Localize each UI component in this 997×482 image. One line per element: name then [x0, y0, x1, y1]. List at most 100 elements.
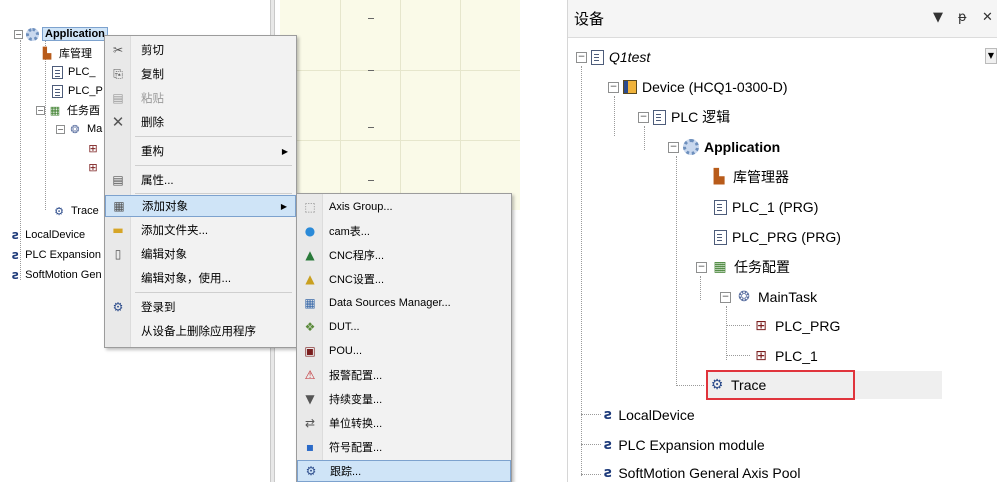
tree-item-label: PLC_ — [68, 66, 96, 78]
tree-item-task-call[interactable]: ⊞ — [86, 139, 103, 157]
tree-item-library-manager[interactable]: ▙ 库管理 — [40, 44, 94, 62]
tree-item-task-config[interactable]: − ▦ 任务配置 — [696, 253, 790, 281]
submenu-item-unit-conversion[interactable]: ⇄ 单位转换... — [297, 412, 511, 434]
axis-device-icon: ƨ — [12, 228, 20, 242]
tree-item-plc-prg[interactable]: PLC_PRG (PRG) — [714, 223, 841, 251]
submenu-item-label: Data Sources Manager... — [329, 297, 451, 309]
menu-item-label: 添加文件夹... — [141, 225, 209, 237]
tree-item-local-device[interactable]: ƨ LocalDevice — [12, 226, 87, 244]
plc-logic-icon — [653, 109, 666, 125]
cam-table-icon: ● — [304, 224, 316, 238]
menu-item-paste[interactable]: ▤ 粘贴 — [105, 87, 296, 109]
tree-item-plc-1[interactable]: PLC_1 (PRG) — [714, 193, 818, 221]
menu-item-label: 添加对象 — [142, 201, 188, 213]
submenu-item-cnc-settings[interactable]: ▲ CNC设置... — [297, 268, 511, 290]
collapse-icon[interactable]: − — [608, 81, 619, 93]
tree-item-application[interactable]: − Application — [14, 25, 108, 43]
scroll-dropdown-icon[interactable]: ▼ — [985, 48, 997, 64]
tree-item-label: 任务配置 — [734, 259, 790, 275]
tree-item-plc-1[interactable]: PLC_ — [52, 63, 98, 81]
tree-item-label: Application — [42, 27, 108, 41]
submenu-item-data-sources[interactable]: ▦ Data Sources Manager... — [297, 292, 511, 314]
tree-item-local-device[interactable]: ƨ LocalDevice — [604, 401, 695, 429]
submenu-item-cnc-program[interactable]: ▲ CNC程序... — [297, 244, 511, 266]
tree-item-maintask[interactable]: − ❂ Ma — [56, 120, 104, 138]
tree-item-task-config[interactable]: − ▦ 任务酉 — [36, 101, 102, 119]
dut-icon: ❖ — [304, 320, 316, 334]
panel-title: 设备 — [574, 11, 605, 28]
menu-item-cut[interactable]: ✂ 剪切 — [105, 39, 296, 61]
tree-item-label: PLC Expansion — [25, 249, 101, 261]
submenu-item-symbol-config[interactable]: ▪ 符号配置... — [297, 436, 511, 458]
trace-chart-area — [280, 0, 520, 210]
tree-item-task-call[interactable]: ⊞ — [86, 158, 103, 176]
submenu-item-label: Axis Group... — [329, 201, 393, 213]
cnc-settings-icon: ▲ — [305, 272, 315, 286]
paste-icon: ▤ — [112, 91, 124, 105]
application-gear-icon — [683, 139, 699, 155]
tree-item-plc-prg[interactable]: PLC_P — [52, 82, 105, 100]
menu-item-edit-object-with[interactable]: 编辑对象，使用... — [105, 267, 296, 289]
axis-device-icon: ƨ — [604, 465, 613, 481]
tree-item-device[interactable]: − Device (HCQ1-0300-D) — [608, 73, 787, 101]
submenu-item-axis-group[interactable]: ⬚ Axis Group... — [297, 196, 511, 218]
tree-item-task-plc-1[interactable]: ⊞ PLC_1 — [752, 342, 818, 370]
collapse-icon[interactable]: − — [668, 141, 679, 153]
tree-item-task-plc-prg[interactable]: ⊞ PLC_PRG — [752, 312, 840, 340]
submenu-item-cam[interactable]: ● cam表... — [297, 220, 511, 242]
context-menu: ✂ 剪切 ⎘ 复制 ▤ 粘贴 ✕ 删除 重构 ▶ ▤ 属性... ▦ 添加对象 — [104, 35, 297, 348]
collapse-icon[interactable]: − — [638, 111, 649, 123]
menu-item-login[interactable]: ⚙ 登录到 — [105, 296, 296, 318]
menu-item-edit-object[interactable]: ▯ 编辑对象 — [105, 243, 296, 265]
menu-item-properties[interactable]: ▤ 属性... — [105, 169, 296, 191]
axis-tick — [368, 180, 374, 181]
menu-item-refactor[interactable]: 重构 ▶ — [105, 140, 296, 162]
copy-icon: ⎘ — [113, 66, 123, 81]
collapse-icon[interactable]: − — [576, 51, 587, 63]
tree-item-trace[interactable]: ⚙ Trace — [52, 202, 101, 220]
submenu-item-persistent-vars[interactable]: ▼ 持续变量... — [297, 388, 511, 410]
tree-item-label: PLC_1 — [775, 348, 818, 364]
tree-item-plc-logic[interactable]: − PLC 逻辑 — [638, 103, 730, 131]
collapse-icon[interactable]: − — [720, 291, 731, 303]
tree-item-label: PLC_PRG (PRG) — [732, 229, 841, 245]
submenu-item-label: 单位转换... — [329, 418, 383, 430]
collapse-icon[interactable]: − — [56, 124, 65, 134]
tree-item-plc-expansion[interactable]: ƨ PLC Expansion module — [604, 431, 765, 459]
close-icon[interactable]: ✕ — [982, 10, 993, 25]
collapse-icon[interactable]: − — [696, 261, 707, 273]
axis-device-icon: ƨ — [12, 268, 20, 282]
submenu-item-pou[interactable]: ▣ POU... — [297, 340, 511, 362]
pin-icon[interactable]: ᵽ — [958, 10, 967, 25]
menu-item-remove-app[interactable]: 从设备上删除应用程序 — [105, 320, 296, 342]
tree-item-application[interactable]: − Application — [668, 133, 780, 161]
submenu-arrow-icon: ▶ — [281, 146, 288, 156]
tree-item-library-manager[interactable]: ▙ 库管理器 — [710, 163, 789, 191]
collapse-icon[interactable]: − — [14, 29, 23, 39]
dropdown-icon[interactable]: ▼ — [933, 10, 943, 25]
menu-item-add-folder[interactable]: ▬ 添加文件夹... — [105, 219, 296, 241]
scissors-icon: ✂ — [112, 43, 124, 57]
tree-item-softmotion[interactable]: ƨ SoftMotion General Axis Pool — [604, 459, 800, 482]
submenu-item-label: DUT... — [329, 321, 360, 333]
axis-tick — [368, 18, 374, 19]
tree-item-softmotion[interactable]: ƨ SoftMotion Gen — [12, 266, 104, 284]
tree-item-maintask[interactable]: − ❂ MainTask — [720, 283, 817, 311]
trace-highlight-box — [706, 370, 855, 400]
menu-item-label: 复制 — [141, 69, 164, 81]
tree-item-plc-expansion[interactable]: ƨ PLC Expansion — [12, 246, 103, 264]
properties-icon: ▤ — [112, 173, 124, 187]
pou-document-icon — [52, 84, 63, 98]
submenu-item-dut[interactable]: ❖ DUT... — [297, 316, 511, 338]
collapse-icon[interactable]: − — [36, 105, 45, 115]
tree-item-project[interactable]: − Q1test — [576, 43, 650, 71]
submenu-item-label: 持续变量... — [329, 394, 383, 406]
tree-item-label: SoftMotion General Axis Pool — [618, 465, 801, 481]
menu-item-add-object[interactable]: ▦ 添加对象 ▶ — [105, 195, 296, 217]
submenu-item-trace[interactable]: ⚙ 跟踪... — [297, 460, 511, 482]
task-config-icon: ▦ — [713, 259, 727, 275]
submenu-item-alarm-config[interactable]: ⚠ 报警配置... — [297, 364, 511, 386]
menu-item-delete[interactable]: ✕ 删除 — [105, 111, 296, 133]
menu-item-copy[interactable]: ⎘ 复制 — [105, 63, 296, 85]
tree-item-label: Trace — [71, 205, 99, 217]
